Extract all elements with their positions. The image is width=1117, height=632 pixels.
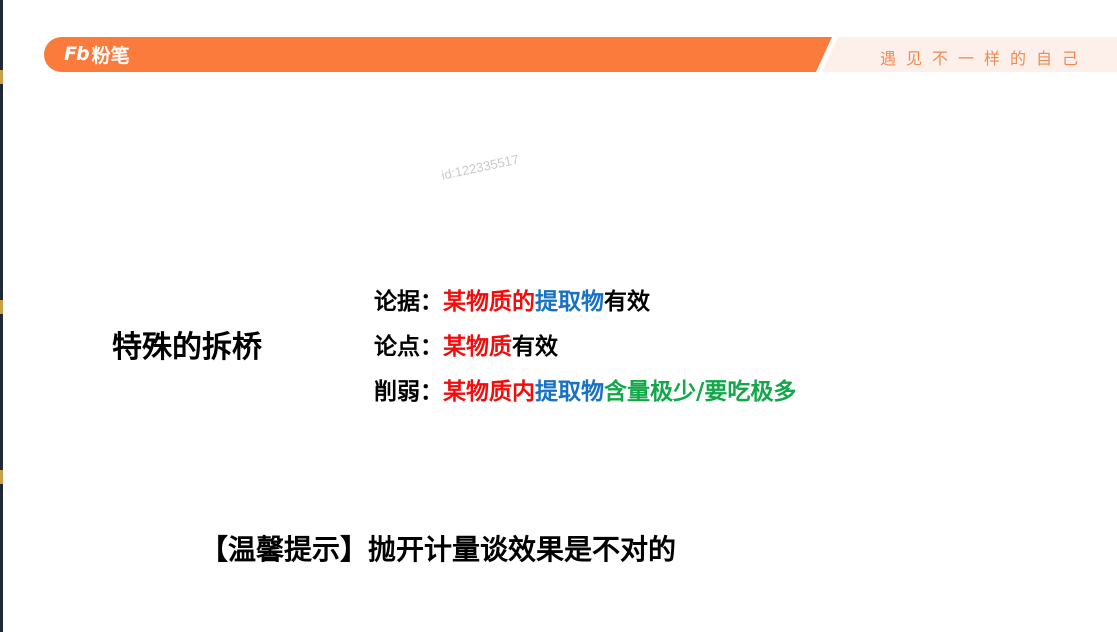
window-edge bbox=[0, 0, 3, 632]
slogan: 遇见不一样的自己 bbox=[880, 49, 1089, 68]
header-bar bbox=[44, 37, 832, 72]
watermark: id:122335517 bbox=[440, 151, 521, 183]
slide: Fb 粉笔 遇见不一样的自己 id:122335517 特殊的拆桥 论据：某物质… bbox=[0, 0, 1117, 632]
line-label: 论点： bbox=[374, 334, 443, 360]
logo-text: 粉笔 bbox=[91, 44, 130, 67]
section-title: 特殊的拆桥 bbox=[112, 330, 262, 365]
line-segment: 提取物 bbox=[535, 289, 604, 315]
line-label: 论据： bbox=[374, 289, 443, 315]
line-evidence: 论据：某物质的提取物有效 bbox=[374, 285, 796, 330]
argument-lines: 论据：某物质的提取物有效 论点：某物质有效 削弱：某物质内提取物含量极少/要吃极… bbox=[374, 285, 796, 420]
line-conclusion: 论点：某物质有效 bbox=[374, 330, 796, 375]
line-segment: 有效 bbox=[512, 334, 558, 360]
logo-mark: Fb bbox=[64, 43, 90, 65]
line-segment: 某物质 bbox=[443, 334, 512, 360]
line-segment: 有效 bbox=[604, 289, 650, 315]
line-weaken: 削弱：某物质内提取物含量极少/要吃极多 bbox=[374, 375, 796, 420]
brand-logo: Fb 粉笔 bbox=[64, 42, 130, 67]
line-segment: 某物质的 bbox=[443, 289, 535, 315]
line-label: 削弱： bbox=[374, 379, 443, 405]
line-segment: 提取物 bbox=[535, 379, 604, 405]
line-segment: 含量极少/要吃极多 bbox=[604, 379, 797, 405]
line-segment: 某物质内 bbox=[443, 379, 535, 405]
tip-text: 【温馨提示】抛开计量谈效果是不对的 bbox=[200, 533, 677, 566]
